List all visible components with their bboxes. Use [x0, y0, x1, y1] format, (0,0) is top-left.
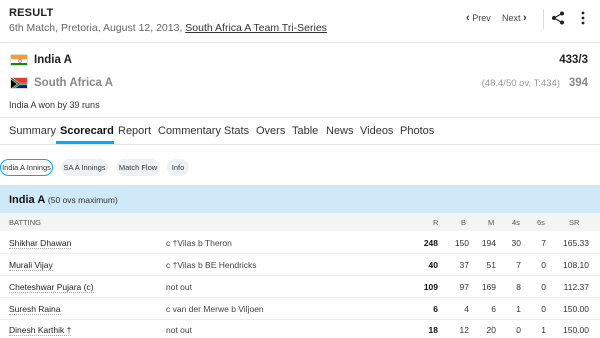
prev-label: Prev	[472, 13, 491, 23]
team-overs: (48.4/50 ov, T:434)	[481, 78, 560, 89]
innings-title: India A (50 ovs maximum)	[9, 194, 118, 206]
divider	[543, 9, 544, 29]
balls-cell: 97	[459, 282, 469, 292]
fours-cell: 1	[516, 304, 521, 314]
table-row: Cheteshwar Pujara (c) not out 109 97 169…	[0, 275, 600, 298]
balls-cell: 37	[459, 260, 469, 270]
runs-cell: 109	[423, 282, 438, 292]
fours-cell: 7	[516, 260, 521, 270]
minutes-cell: 51	[486, 260, 496, 270]
team-name: South Africa A	[34, 77, 114, 89]
chevron-right-icon: ›	[523, 12, 527, 24]
dismissal-text: c †Vilas b Theron	[166, 238, 232, 248]
tab-scorecard[interactable]: Scorecard	[60, 125, 114, 137]
tab-videos[interactable]: Videos	[360, 125, 393, 137]
pill-info[interactable]: Info	[167, 159, 189, 176]
sixes-cell: 0	[541, 304, 546, 314]
header-strike-rate: SR	[569, 218, 580, 227]
tab-news[interactable]: News	[326, 125, 354, 137]
batting-header-row: BATTING R B M 4s 6s SR	[0, 213, 600, 231]
batsman-name-link[interactable]: Murali Vijay	[9, 260, 53, 271]
chevron-left-icon: ‹	[466, 12, 470, 24]
sixes-cell: 7	[541, 238, 546, 248]
minutes-cell: 20	[486, 325, 496, 335]
next-match-button[interactable]: Next ›	[502, 12, 527, 24]
batting-header: BATTING	[9, 218, 41, 227]
tab-overs[interactable]: Overs	[256, 125, 285, 137]
batsman-name-link[interactable]: Cheteshwar Pujara (c)	[9, 282, 94, 293]
runs-cell: 6	[433, 304, 438, 314]
minutes-cell: 194	[481, 238, 496, 248]
team-name: India A	[34, 54, 72, 66]
innings-sub: (50 ovs maximum)	[47, 195, 118, 205]
pill-match-flow[interactable]: Match Flow	[116, 159, 160, 176]
sixes-cell: 0	[541, 260, 546, 270]
innings-team: India A	[9, 194, 45, 206]
table-row: Shikhar Dhawan c †Vilas b Theron 248 150…	[0, 231, 600, 254]
pill-sa-a-innings[interactable]: SA A Innings	[61, 159, 108, 176]
tab-summary[interactable]: Summary	[9, 125, 56, 137]
strike-rate-cell: 112.37	[563, 282, 589, 292]
header-runs: R	[433, 218, 439, 227]
innings-header: India A (50 ovs maximum)	[0, 185, 600, 213]
balls-cell: 4	[464, 304, 469, 314]
table-row: Dinesh Karthik † not out 18 12 20 0 1 15…	[0, 318, 600, 338]
strike-rate-cell: 150.00	[563, 325, 589, 335]
tab-stats[interactable]: Stats	[224, 125, 249, 137]
more-vertical-icon[interactable]	[580, 10, 586, 26]
minutes-cell: 169	[481, 282, 496, 292]
team-row-india-a[interactable]: India A 433/3	[0, 52, 600, 72]
match-details: 6th Match, Pretoria, August 12, 2013,	[9, 22, 186, 34]
south-africa-flag-icon	[10, 77, 28, 89]
series-link[interactable]: South Africa A Team Tri-Series	[185, 22, 327, 34]
balls-cell: 12	[459, 325, 469, 335]
pill-india-a-innings[interactable]: India A Innings	[0, 159, 53, 176]
divider	[0, 42, 600, 43]
header-minutes: M	[488, 218, 495, 227]
strike-rate-cell: 108.10	[563, 260, 589, 270]
dismissal-text: c †Vilas b BE Hendricks	[166, 260, 257, 270]
fours-cell: 30	[511, 238, 521, 248]
team-row-south-africa-a[interactable]: South Africa A (48.4/50 ov, T:434) 394	[0, 75, 600, 95]
india-flag-icon	[10, 54, 28, 66]
runs-cell: 40	[428, 260, 438, 270]
match-header: RESULT 6th Match, Pretoria, August 12, 2…	[0, 0, 600, 42]
divider	[0, 144, 600, 145]
fours-cell: 0	[516, 325, 521, 335]
dismissal-text: not out	[166, 282, 192, 292]
runs-cell: 18	[428, 325, 438, 335]
header-sixes: 6s	[537, 218, 545, 227]
minutes-cell: 6	[491, 304, 496, 314]
tab-table[interactable]: Table	[292, 125, 318, 137]
runs-cell: 248	[423, 238, 438, 248]
divider	[0, 117, 600, 118]
match-info: 6th Match, Pretoria, August 12, 2013, So…	[9, 22, 327, 34]
table-row: Suresh Raina c van der Merwe b Viljoen 6…	[0, 297, 600, 320]
balls-cell: 150	[454, 238, 469, 248]
batsman-name-link[interactable]: Shikhar Dhawan	[9, 238, 72, 249]
team-score: 433/3	[559, 54, 588, 66]
sixes-cell: 0	[541, 282, 546, 292]
batsman-name-link[interactable]: Dinesh Karthik †	[9, 325, 72, 336]
match-result-text: India A won by 39 runs	[9, 100, 100, 110]
tab-commentary[interactable]: Commentary	[158, 125, 221, 137]
dismissal-text: not out	[166, 325, 192, 335]
batsman-name-link[interactable]: Suresh Raina	[9, 304, 61, 315]
header-fours: 4s	[512, 218, 520, 227]
fours-cell: 8	[516, 282, 521, 292]
result-label: RESULT	[9, 7, 54, 19]
sixes-cell: 1	[541, 325, 546, 335]
next-label: Next	[502, 13, 521, 23]
table-row: Murali Vijay c †Vilas b BE Hendricks 40 …	[0, 253, 600, 276]
share-icon[interactable]	[551, 11, 565, 25]
team-score: 394	[568, 77, 588, 89]
header-balls: B	[461, 218, 467, 227]
strike-rate-cell: 150.00	[563, 304, 589, 314]
tab-photos[interactable]: Photos	[400, 125, 434, 137]
prev-match-button[interactable]: ‹ Prev	[466, 12, 491, 24]
dismissal-text: c van der Merwe b Viljoen	[166, 304, 264, 314]
tab-report[interactable]: Report	[118, 125, 151, 137]
strike-rate-cell: 165.33	[563, 238, 589, 248]
